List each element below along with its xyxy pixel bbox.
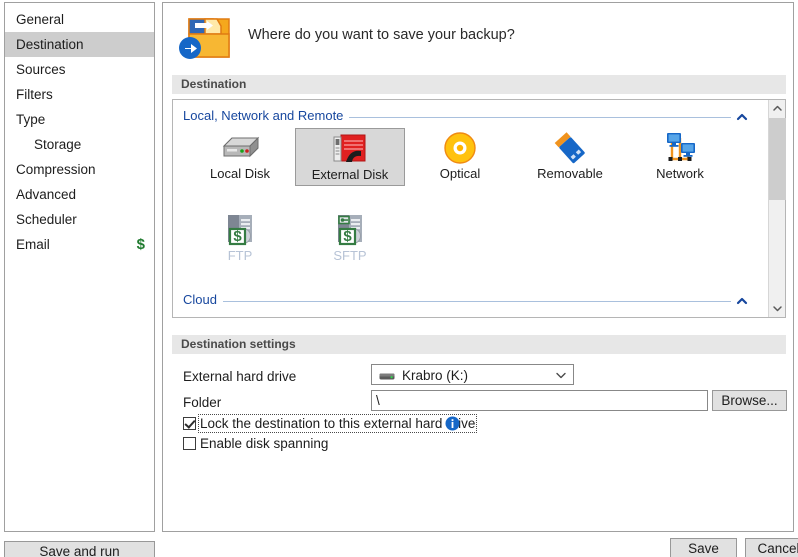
save-and-run-button[interactable]: Save and run	[4, 541, 155, 557]
destination-tile-label: SFTP	[333, 248, 367, 263]
hard-drive-icon	[379, 370, 395, 381]
lock-destination-checkbox-row[interactable]: Lock the destination to this external ha…	[183, 414, 478, 433]
section-rule	[183, 301, 731, 302]
folder-input[interactable]	[371, 390, 708, 411]
destination-chooser: Local, Network and Remote Local Disk Ext…	[172, 99, 786, 318]
external-disk-icon	[296, 131, 404, 167]
sidebar-item-label: Type	[16, 112, 46, 127]
group-header-destination-settings: Destination settings	[172, 335, 786, 354]
scroll-down-icon[interactable]	[769, 300, 786, 317]
scrollbar-thumb[interactable]	[769, 118, 786, 200]
external-hard-drive-label: External hard drive	[183, 369, 297, 384]
sidebar-item-general[interactable]: General	[5, 7, 154, 32]
destination-scrollbar[interactable]	[768, 100, 786, 317]
destination-tile-label: Network	[656, 166, 704, 181]
network-icon	[625, 130, 735, 166]
sidebar-item-advanced[interactable]: Advanced	[5, 182, 154, 207]
sidebar-item-compression[interactable]: Compression	[5, 157, 154, 182]
lock-destination-checkbox[interactable]	[183, 417, 196, 430]
section-label: Local, Network and Remote	[183, 108, 350, 123]
destination-tile-local-disk[interactable]: Local Disk	[185, 128, 295, 186]
folder-label: Folder	[183, 395, 222, 410]
folder-export-icon	[177, 13, 231, 63]
dollar-badge-icon: $	[136, 236, 145, 253]
destination-tile-external-disk[interactable]: External Disk	[295, 128, 405, 186]
section-label: Cloud	[183, 292, 223, 307]
scroll-up-icon[interactable]	[769, 100, 786, 117]
destination-chooser-viewport: Local, Network and Remote Local Disk Ext…	[173, 100, 767, 317]
page-title: Where do you want to save your backup?	[248, 27, 515, 43]
sidebar-item-label: Destination	[16, 37, 84, 52]
sidebar-item-destination[interactable]: Destination	[5, 32, 154, 57]
sidebar-item-sources[interactable]: Sources	[5, 57, 154, 82]
sftp-server-icon: $	[295, 212, 405, 248]
enable-disk-spanning-label: Enable disk spanning	[200, 436, 329, 451]
enable-disk-spanning-checkbox[interactable]	[183, 437, 196, 450]
external-hard-drive-select[interactable]: Krabro (K:)	[371, 364, 574, 385]
sidebar-item-label: Email	[16, 237, 50, 252]
external-hard-drive-value: Krabro (K:)	[402, 368, 469, 383]
sidebar-item-storage[interactable]: Storage	[5, 132, 154, 157]
sidebar-item-label: Compression	[16, 162, 96, 177]
svg-text:$: $	[343, 228, 352, 245]
lock-destination-label: Lock the destination to this external ha…	[197, 414, 478, 433]
ftp-server-icon: $	[185, 212, 295, 248]
page-banner: Where do you want to save your backup?	[163, 3, 793, 71]
enable-disk-spanning-checkbox-row[interactable]: Enable disk spanning	[183, 435, 328, 452]
destination-tile-removable[interactable]: Removable	[515, 128, 625, 186]
destination-tile-label: Removable	[537, 166, 603, 181]
section-cloud[interactable]: Cloud	[183, 292, 749, 310]
svg-text:$: $	[233, 228, 242, 245]
settings-sidebar: General Destination Sources Filters Type…	[4, 2, 155, 532]
browse-button[interactable]: Browse...	[712, 390, 787, 411]
destination-tile-label: Local Disk	[210, 166, 270, 181]
destination-tile-label: Optical	[439, 166, 481, 181]
destination-tile-sftp[interactable]: $ SFTP	[295, 210, 405, 268]
destination-tile-network[interactable]: Network	[625, 128, 735, 186]
backup-settings-window: General Destination Sources Filters Type…	[0, 0, 798, 557]
local-disk-icon	[185, 130, 295, 166]
chevron-down-icon[interactable]	[555, 369, 567, 381]
destination-tile-ftp[interactable]: $ FTP	[185, 210, 295, 268]
sidebar-item-email[interactable]: Email $	[5, 232, 154, 257]
destination-tile-label: External Disk	[311, 167, 389, 182]
sidebar-item-scheduler[interactable]: Scheduler	[5, 207, 154, 232]
sidebar-item-label: Filters	[16, 87, 53, 102]
sidebar-item-filters[interactable]: Filters	[5, 82, 154, 107]
sidebar-item-label: Advanced	[16, 187, 77, 202]
group-header-destination: Destination	[172, 75, 786, 94]
cancel-button[interactable]: Cancel	[745, 538, 798, 557]
optical-disc-icon	[405, 130, 515, 166]
sidebar-item-label: Storage	[34, 137, 82, 152]
sidebar-item-label: General	[16, 12, 65, 27]
chevron-up-icon[interactable]	[735, 110, 749, 124]
usb-drive-icon	[515, 130, 625, 166]
sidebar-item-label: Sources	[16, 62, 66, 77]
section-local-network-remote[interactable]: Local, Network and Remote	[183, 108, 749, 126]
sidebar-item-type[interactable]: Type	[5, 107, 154, 132]
info-icon[interactable]	[445, 416, 460, 431]
save-button[interactable]: Save	[670, 538, 737, 557]
destination-tile-optical[interactable]: Optical	[405, 128, 515, 186]
settings-content-pane: Where do you want to save your backup? D…	[162, 2, 794, 532]
chevron-up-icon[interactable]	[735, 294, 749, 308]
destination-tile-label: FTP	[227, 248, 253, 263]
sidebar-item-label: Scheduler	[16, 212, 77, 227]
